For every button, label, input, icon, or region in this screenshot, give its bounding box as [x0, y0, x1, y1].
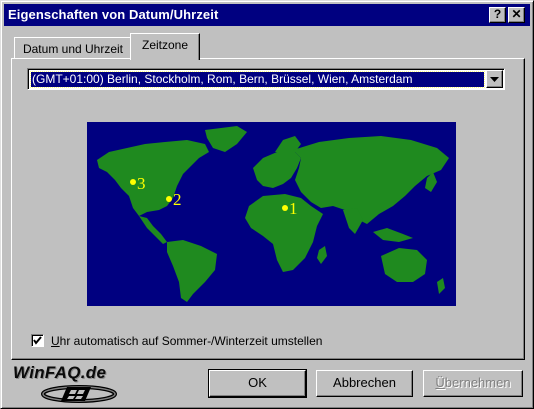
timezone-dropdown-button[interactable]: [486, 70, 503, 88]
timezone-select-value: (GMT+01:00) Berlin, Stockholm, Rom, Bern…: [30, 71, 485, 88]
map-marker-3: [130, 179, 136, 185]
map-north-america: [97, 140, 209, 216]
dst-checkbox[interactable]: [31, 334, 44, 347]
map-south-america: [167, 240, 217, 302]
map-marker-1: [282, 205, 288, 211]
map-new-zealand: [437, 278, 445, 294]
world-map-graphic: 1 2 3: [97, 126, 449, 302]
map-madagascar: [317, 246, 327, 264]
tab-timezone[interactable]: Zeitzone: [130, 33, 200, 60]
map-indonesia: [373, 228, 413, 242]
map-marker-label-3: 3: [137, 174, 146, 193]
dst-checkbox-label: Uhr automatisch auf Sommer-/Winterzeit u…: [51, 334, 323, 348]
help-button[interactable]: ?: [489, 7, 506, 23]
timezone-select[interactable]: (GMT+01:00) Berlin, Stockholm, Rom, Bern…: [27, 68, 505, 90]
map-europe: [253, 150, 301, 188]
close-icon: ✕: [511, 7, 522, 21]
tab-date-time[interactable]: Datum und Uhrzeit: [14, 37, 132, 59]
map-marker-2: [166, 196, 172, 202]
world-map[interactable]: 1 2 3: [87, 122, 456, 306]
winfaq-logo: WinFAQ.de: [11, 363, 161, 405]
chevron-down-icon: [490, 77, 499, 82]
title-bar[interactable]: Eigenschaften von Datum/Uhrzeit ? ✕: [4, 4, 530, 26]
timezone-panel: (GMT+01:00) Berlin, Stockholm, Rom, Bern…: [11, 58, 525, 360]
close-button[interactable]: ✕: [508, 7, 525, 23]
map-australia: [381, 248, 427, 282]
ok-button[interactable]: OK: [208, 369, 307, 398]
checkmark-icon: [33, 336, 42, 345]
winfaq-logo-emblem: [41, 385, 117, 403]
map-greenland: [205, 126, 247, 152]
window-title: Eigenschaften von Datum/Uhrzeit: [8, 7, 219, 22]
map-marker-label-2: 2: [173, 190, 182, 209]
map-marker-label-1: 1: [289, 199, 298, 218]
dialog-window: Eigenschaften von Datum/Uhrzeit ? ✕ Datu…: [0, 0, 534, 409]
apply-button[interactable]: Übernehmen: [423, 370, 523, 397]
cancel-button[interactable]: Abbrechen: [316, 370, 413, 397]
map-central-america: [139, 216, 167, 244]
